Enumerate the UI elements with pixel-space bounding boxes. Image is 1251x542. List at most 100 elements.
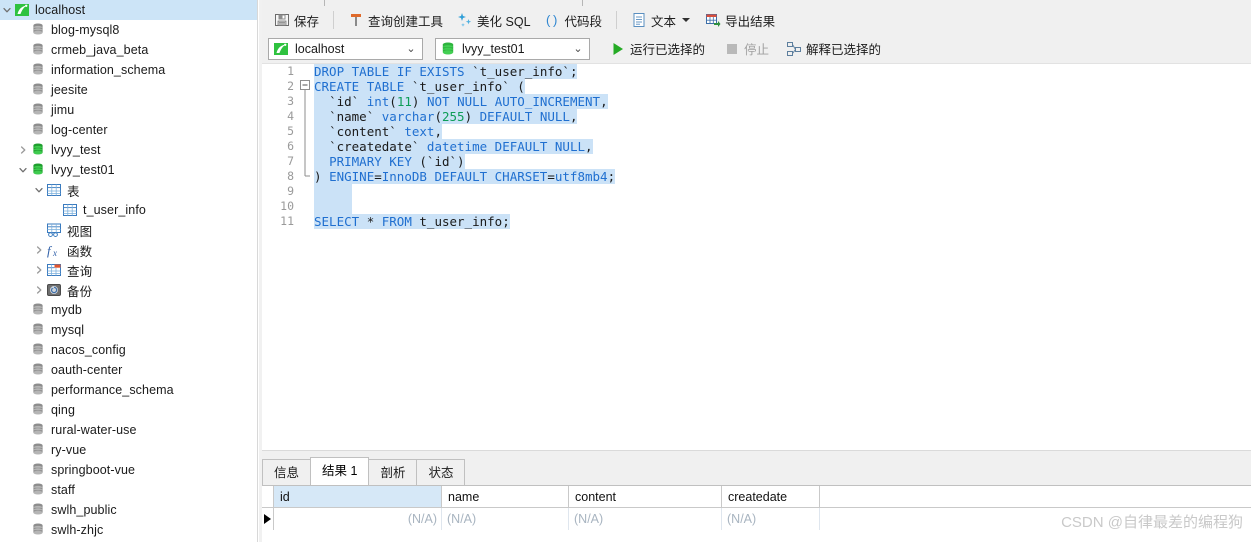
tree-item-log-center[interactable]: log-center — [0, 120, 258, 140]
chevron-down-icon[interactable] — [16, 160, 29, 180]
line-number: 2 — [287, 79, 294, 93]
chevron-down-icon[interactable] — [32, 180, 45, 200]
results-tab-bar[interactable]: 信息 结果 1 剖析 状态 — [262, 457, 1251, 486]
chevron-right-icon[interactable] — [32, 260, 45, 280]
save-button[interactable]: 保存 — [268, 8, 325, 32]
results-tab-0[interactable]: 信息 — [262, 459, 312, 485]
tree-item-node-12[interactable]: f x 函数 — [0, 240, 258, 260]
query-builder-button[interactable]: 查询创建工具 — [342, 8, 449, 32]
results-grid[interactable]: id name content createdate (N/A) (N/A) (N/A)(… — [262, 486, 1251, 542]
database-green-icon — [29, 160, 47, 180]
tree-item-mysql[interactable]: mysql — [0, 320, 258, 340]
code-fold-column[interactable] — [298, 64, 314, 450]
connection-select[interactable]: localhost ⌄ — [268, 37, 423, 60]
code-line[interactable]: PRIMARY KEY (`id`) — [314, 154, 1251, 169]
chevron-right-icon[interactable] — [32, 240, 45, 260]
code-snippet-button[interactable]: ( ) 代码段 — [539, 8, 609, 32]
table-cell[interactable]: (N/A) — [442, 508, 569, 530]
database-gray-icon — [29, 460, 47, 480]
twisty-placeholder — [16, 520, 29, 540]
database-select[interactable]: lvyy_test01 ⌄ — [435, 37, 590, 60]
tree-item-swlh_public[interactable]: swlh_public — [0, 500, 258, 520]
tree-item-node-14[interactable]: 备份 — [0, 280, 258, 300]
explain-selected-button[interactable]: 解释已选择的 — [780, 37, 887, 61]
query-editor-pane: 保存 查询创建工具 美化 SQL () 代码段 文本 导出结果 localho… — [262, 0, 1251, 542]
chevron-right-icon[interactable] — [32, 280, 45, 300]
tree-item-lvyy_test[interactable]: lvyy_test — [0, 140, 258, 160]
tree-item-oauth-center[interactable]: oauth-center — [0, 360, 258, 380]
tree-item-mydb[interactable]: mydb — [0, 300, 258, 320]
code-line[interactable]: ) ENGINE=InnoDB DEFAULT CHARSET=utf8mb4; — [314, 169, 1251, 184]
tree-item-springboot-vue[interactable]: springboot-vue — [0, 460, 258, 480]
tree-item-information_schema[interactable]: information_schema — [0, 60, 258, 80]
fold-marker-icon[interactable] — [298, 64, 314, 194]
chevron-down-icon[interactable]: ⌄ — [404, 42, 418, 55]
table-cell[interactable]: (N/A) — [569, 508, 722, 530]
database-gray-icon — [29, 440, 47, 460]
code-line[interactable]: SELECT * FROM t_user_info; — [314, 214, 1251, 229]
tree-item-label: lvyy_test — [51, 143, 101, 157]
tree-item-rural-water-use[interactable]: rural-water-use — [0, 420, 258, 440]
sql-editor[interactable]: 1 2 3 4 5 6 7 8 9 10 11 DROP TABLE IF EXISTS `t_us… — [262, 64, 1251, 450]
beautify-sql-button[interactable]: 美化 SQL — [451, 8, 537, 32]
connection-tree[interactable]: localhost blog-mysql8 crmeb_java_beta infor… — [0, 0, 258, 542]
tree-item-t_user_info[interactable]: t_user_info — [0, 200, 258, 220]
code-line[interactable]: `content` text, — [314, 124, 1251, 139]
table-row[interactable]: (N/A) (N/A) (N/A) (N/A) — [262, 508, 1251, 530]
code-line[interactable] — [314, 184, 1251, 199]
column-header[interactable]: name — [442, 486, 569, 507]
twisty-placeholder — [16, 460, 29, 480]
tree-item-label: oauth-center — [51, 363, 123, 377]
results-tab-2[interactable]: 剖析 — [368, 459, 418, 485]
tree-item-performance_schema[interactable]: performance_schema — [0, 380, 258, 400]
code-line[interactable]: DROP TABLE IF EXISTS `t_user_info`; — [314, 64, 1251, 79]
code-line[interactable]: `id` int(11) NOT NULL AUTO_INCREMENT, — [314, 94, 1251, 109]
results-tab-3[interactable]: 状态 — [416, 459, 466, 485]
text-view-button[interactable]: 文本 — [625, 8, 696, 32]
chevron-down-icon[interactable] — [682, 18, 691, 22]
tree-item-node-11[interactable]: 视图 — [0, 220, 258, 240]
tree-item-jimu[interactable]: jimu — [0, 100, 258, 120]
database-gray-icon — [29, 60, 47, 80]
column-header[interactable]: content — [569, 486, 722, 507]
code-line[interactable]: `createdate` datetime DEFAULT NULL, — [314, 139, 1251, 154]
query-builder-label: 查询创建工具 — [368, 14, 444, 29]
connection-toolbar: localhost ⌄ lvyy_test01 ⌄ 运行已选择的 停止 解释已选… — [262, 34, 1251, 64]
tree-item-lvyy_test01[interactable]: lvyy_test01 — [0, 160, 258, 180]
chevron-down-icon[interactable]: ⌄ — [571, 42, 585, 55]
tree-item-qing[interactable]: qing — [0, 400, 258, 420]
tree-item-staff[interactable]: staff — [0, 480, 258, 500]
tree-item-node-9[interactable]: 表 — [0, 180, 258, 200]
database-gray-icon — [29, 20, 47, 40]
tree-item-jeesite[interactable]: jeesite — [0, 80, 258, 100]
chevron-down-icon[interactable] — [0, 0, 13, 20]
tree-item-localhost[interactable]: localhost — [0, 0, 258, 20]
results-splitter[interactable] — [262, 450, 1251, 458]
editor-toolbar: 保存 查询创建工具 美化 SQL () 代码段 文本 导出结果 — [262, 6, 1251, 34]
database-gray-icon — [29, 520, 47, 540]
line-number: 8 — [287, 169, 294, 183]
sql-code-area[interactable]: DROP TABLE IF EXISTS `t_user_info`; CREAT… — [314, 64, 1251, 450]
tree-item-label: t_user_info — [83, 203, 146, 217]
results-grid-body[interactable]: (N/A) (N/A) (N/A) (N/A) — [262, 508, 1251, 530]
tree-item-blog-mysql8[interactable]: blog-mysql8 — [0, 20, 258, 40]
tree-item-node-13[interactable]: 查询 — [0, 260, 258, 280]
column-header[interactable]: createdate — [722, 486, 820, 507]
table-cell[interactable]: (N/A) — [722, 508, 820, 530]
table-cell[interactable]: (N/A) — [274, 508, 442, 530]
code-line[interactable]: CREATE TABLE `t_user_info` ( — [314, 79, 1251, 94]
tree-item-ry-vue[interactable]: ry-vue — [0, 440, 258, 460]
views-icon — [45, 220, 63, 240]
tree-item-swlh-zhjc[interactable]: swlh-zhjc — [0, 520, 258, 540]
run-selected-button[interactable]: 运行已选择的 — [604, 37, 711, 61]
database-gray-icon — [29, 380, 47, 400]
code-line[interactable] — [314, 199, 1251, 214]
results-tab-1[interactable]: 结果 1 — [310, 457, 370, 485]
chevron-right-icon[interactable] — [16, 140, 29, 160]
tree-item-crmeb_java_beta[interactable]: crmeb_java_beta — [0, 40, 258, 60]
export-result-button[interactable]: 导出结果 — [699, 8, 781, 32]
code-line[interactable]: `name` varchar(255) DEFAULT NULL, — [314, 109, 1251, 124]
tree-item-nacos_config[interactable]: nacos_config — [0, 340, 258, 360]
object-tree-sidebar[interactable]: localhost blog-mysql8 crmeb_java_beta infor… — [0, 0, 258, 542]
column-header[interactable]: id — [274, 486, 442, 507]
